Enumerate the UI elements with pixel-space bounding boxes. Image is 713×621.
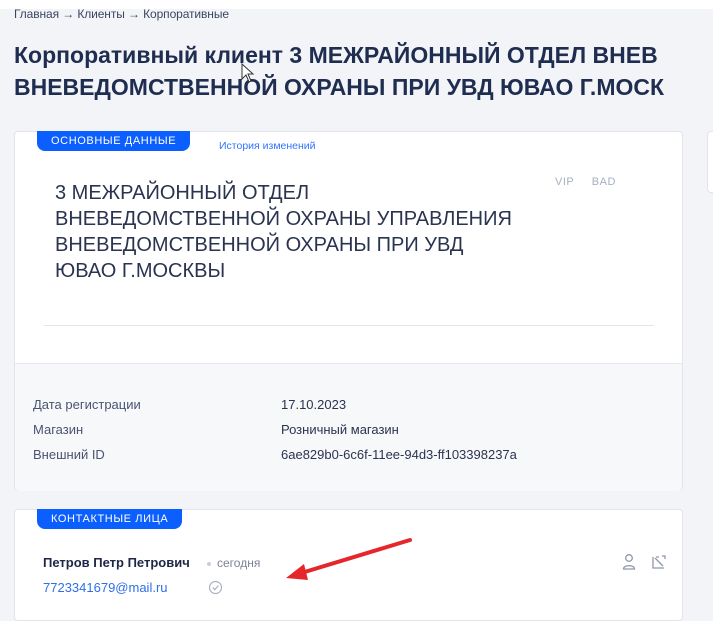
side-panel-card <box>707 131 713 193</box>
detail-value: Розничный магазин <box>281 422 399 437</box>
client-name-line: ВНЕВЕДОМСТВЕННОЙ ОХРАНЫ ПРИ УВД <box>55 234 464 256</box>
edit-icon[interactable] <box>651 554 667 570</box>
check-circle-icon[interactable] <box>208 580 223 595</box>
page-title-line-2: ВНЕВЕДОМСТВЕННОЙ ОХРАНЫ ПРИ УВД ЮВАО Г.М… <box>14 74 665 100</box>
contact-email-link[interactable]: 7723341679@mail.ru <box>43 580 168 595</box>
details-section: Дата регистрации 17.10.2023 Магазин Розн… <box>15 363 682 491</box>
contact-time-text: сегодня <box>217 556 261 570</box>
mouse-cursor-icon <box>241 63 255 83</box>
vip-badge[interactable]: VIP <box>555 176 574 188</box>
page-title-line-1: Корпоративный клиент 3 МЕЖРАЙОННЫЙ ОТДЕЛ… <box>14 42 658 68</box>
detail-label: Дата регистрации <box>33 397 141 412</box>
tab-change-history[interactable]: История изменений <box>219 140 316 152</box>
client-name-line: ВНЕВЕДОМСТВЕННОЙ ОХРАНЫ УПРАВЛЕНИЯ <box>55 208 512 230</box>
contact-name: Петров Петр Петрович <box>43 555 190 570</box>
detail-label: Магазин <box>33 422 84 437</box>
bad-badge[interactable]: BAD <box>592 176 616 188</box>
person-icon[interactable] <box>621 553 637 571</box>
client-name-line: ЮВАО Г.МОСКВЫ <box>55 260 226 282</box>
page-title: Корпоративный клиент 3 МЕЖРАЙОННЫЙ ОТДЕЛ… <box>14 39 713 103</box>
divider <box>44 325 654 326</box>
breadcrumb[interactable]: Главная → Клиенты → Корпоративные <box>14 7 229 21</box>
separator-dot <box>207 561 211 566</box>
annotation-arrow-icon <box>286 538 412 580</box>
main-data-card: ОСНОВНЫЕ ДАННЫЕ История изменений 3 МЕЖР… <box>14 131 683 491</box>
client-name: 3 МЕЖРАЙОННЫЙ ОТДЕЛ ВНЕВЕДОМСТВЕННОЙ ОХР… <box>55 180 555 284</box>
client-name-line: 3 МЕЖРАЙОННЫЙ ОТДЕЛ <box>55 182 310 204</box>
client-badges: VIP BAD <box>555 176 630 188</box>
detail-label: Внешний ID <box>33 447 105 462</box>
contact-time: сегодня <box>207 556 260 570</box>
tab-main-data[interactable]: ОСНОВНЫЕ ДАННЫЕ <box>37 131 191 151</box>
tab-contact-persons[interactable]: КОНТАКТНЫЕ ЛИЦА <box>37 509 183 529</box>
detail-value: 17.10.2023 <box>281 397 347 412</box>
detail-value: 6ae829b0-6c6f-11ee-94d3-ff103398237a <box>281 447 517 462</box>
